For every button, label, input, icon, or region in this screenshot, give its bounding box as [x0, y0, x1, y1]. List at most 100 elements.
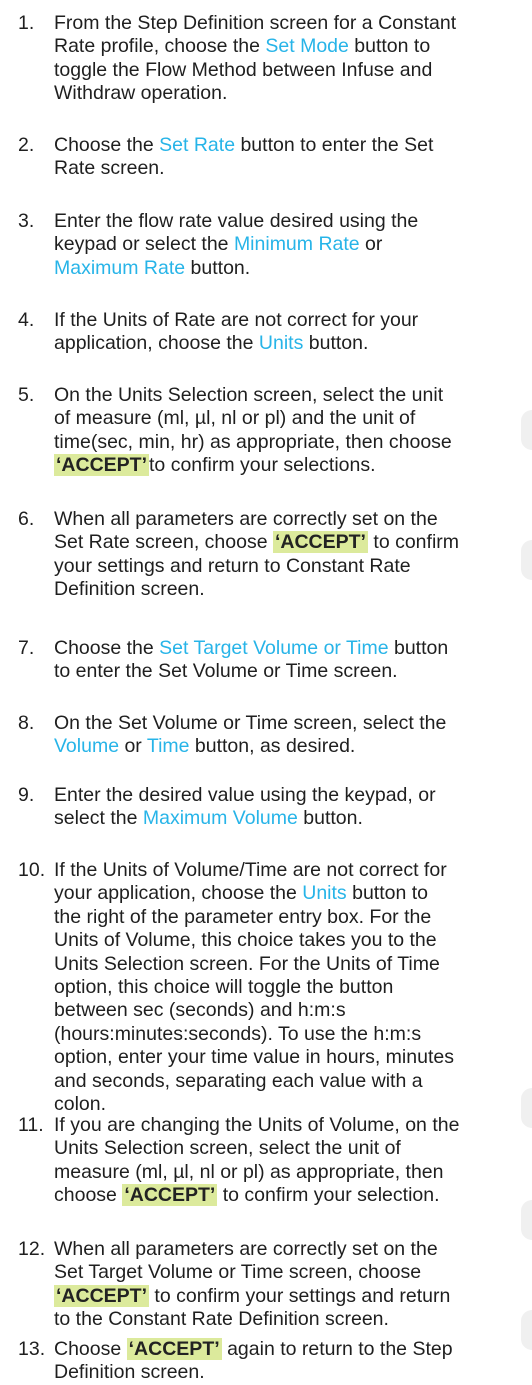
edge-tab	[521, 1310, 532, 1350]
step-text-line: Enter the flow rate value desired using …	[54, 210, 418, 233]
step-text-line: Choose the Set Rate button to enter the …	[54, 134, 433, 157]
step-text-line: select the Maximum Volume button.	[54, 807, 363, 830]
step-text: Set Target Volume or Time screen, choose	[54, 1261, 422, 1284]
step-text: When all parameters are correctly set on…	[54, 1238, 438, 1260]
button-reference: Volume	[54, 735, 120, 758]
step-text: Definition screen.	[54, 578, 205, 601]
step-number: 11.	[18, 1114, 44, 1136]
step-text: to the Constant Rate Definition screen.	[54, 1308, 389, 1331]
step-text: measure (ml, µl, nl or pl) as appropriat…	[54, 1160, 444, 1183]
step-text-line: ‘ACCEPT’ to confirm your selections.	[54, 454, 376, 477]
step-text: Rate profile, choose the	[54, 35, 266, 58]
step-text-line: On the Units Selection screen, select th…	[54, 384, 443, 407]
step-text: between sec (seconds) and h:m:s	[54, 999, 346, 1022]
step-text-line: Definition screen.	[54, 1361, 205, 1384]
step-text-line: From the Step Definition screen for a Co…	[54, 12, 456, 35]
button-reference: Maximum Rate	[54, 256, 186, 279]
step-text: your application, choose the	[54, 882, 303, 905]
step-text-line: If the Units of Volume/Time are not corr…	[54, 859, 447, 882]
button-reference: Set Rate	[159, 134, 236, 156]
step-text: your settings and return to Constant Rat…	[54, 554, 411, 577]
step-text: Units Selection screen, select the unit …	[54, 1137, 401, 1160]
step-text: to confirm	[367, 531, 460, 554]
step-text: button to	[346, 882, 429, 905]
step-number: 1.	[18, 12, 35, 34]
step-text: button.	[303, 332, 369, 355]
step-text: On the Set Volume or Time screen, select…	[54, 712, 447, 734]
step-number: 3.	[18, 210, 35, 232]
step-number: 8.	[18, 712, 35, 734]
step-text-line: between sec (seconds) and h:m:s	[54, 999, 346, 1022]
step-text-line: Definition screen.	[54, 578, 205, 601]
accept-label: ‘ACCEPT’	[272, 531, 368, 554]
step-text-line: time(sec, min, hr) as appropriate, then …	[54, 431, 452, 454]
step-text: button to	[348, 35, 431, 58]
step-text: If the Units of Volume/Time are not corr…	[54, 859, 447, 881]
step-text-line: When all parameters are correctly set on…	[54, 1238, 438, 1261]
step-text-line: Choose the Set Target Volume or Time but…	[54, 637, 448, 660]
button-reference: Units	[302, 882, 347, 905]
accept-label: ‘ACCEPT’	[54, 1284, 150, 1307]
step-text: to confirm your selection.	[217, 1184, 440, 1207]
step-text: button.	[297, 807, 363, 830]
edge-tab	[521, 540, 532, 580]
step-text: option, this choice will toggle the butt…	[54, 976, 394, 998]
step-number: 4.	[18, 309, 35, 331]
step-text-line: Choose ‘ACCEPT’ again to return to the S…	[54, 1338, 453, 1361]
step-text: button to enter the Set	[235, 134, 434, 156]
accept-label: ‘ACCEPT’	[122, 1184, 218, 1207]
button-reference: Minimum Rate	[233, 233, 360, 256]
step-text-line: and seconds, separating each value with …	[54, 1070, 423, 1093]
step-text-line: to the Constant Rate Definition screen.	[54, 1308, 389, 1331]
step-text-line: the right of the parameter entry box. Fo…	[54, 906, 431, 929]
step-text-line: to enter the Set Volume or Time screen.	[54, 660, 398, 683]
step-text-line: option, enter your time value in hours, …	[54, 1046, 454, 1069]
step-text: to confirm your settings and return	[149, 1284, 451, 1307]
step-text-line: your application, choose the Units butto…	[54, 882, 428, 905]
step-number: 7.	[18, 637, 35, 659]
step-text: to enter the Set Volume or Time screen.	[54, 660, 398, 683]
step-text: Enter the desired value using the keypad…	[54, 784, 436, 806]
edge-tab	[521, 1088, 532, 1128]
step-text-line: Units of Volume, this choice takes you t…	[54, 929, 437, 952]
step-text-line: colon.	[54, 1093, 106, 1116]
step-number: 5.	[18, 384, 35, 406]
step-text: keypad or select the	[54, 233, 234, 256]
step-text: Definition screen.	[54, 1361, 205, 1384]
step-text: or	[359, 233, 383, 256]
edge-tab	[521, 1200, 532, 1240]
step-text: toggle the Flow Method between Infuse an…	[54, 58, 433, 81]
step-text: Units of Volume, this choice takes you t…	[54, 929, 437, 952]
step-text-line: If you are changing the Units of Volume,…	[54, 1114, 459, 1137]
step-text-line: Withdraw operation.	[54, 82, 227, 105]
step-text-line: Rate profile, choose the Set Mode button…	[54, 35, 430, 58]
step-text-line: toggle the Flow Method between Infuse an…	[54, 59, 432, 82]
step-text-line: your settings and return to Constant Rat…	[54, 555, 411, 578]
step-text: On the Units Selection screen, select th…	[54, 384, 444, 406]
step-text-line: Units Selection screen, select the unit …	[54, 1137, 401, 1160]
button-reference: Set Mode	[265, 35, 349, 58]
step-text: Choose	[54, 1338, 127, 1360]
step-text: to confirm your selections.	[149, 454, 376, 477]
step-text: When all parameters are correctly set on…	[54, 508, 438, 530]
step-text: application, choose the	[54, 332, 259, 355]
step-text-line: keypad or select the Minimum Rate or	[54, 233, 382, 256]
step-number: 10.	[18, 859, 46, 881]
step-text: Units Selection screen. For the Units of…	[54, 952, 440, 975]
step-text: Enter the flow rate value desired using …	[54, 210, 419, 232]
step-text: Withdraw operation.	[54, 82, 228, 105]
step-text: button, as desired.	[189, 735, 356, 758]
step-text: or	[119, 735, 147, 758]
step-text: If the Units of Rate are not correct for…	[54, 309, 419, 331]
step-text-line: ‘ACCEPT’ to confirm your settings and re…	[54, 1284, 451, 1308]
step-text: Rate screen.	[54, 157, 165, 180]
step-text: If you are changing the Units of Volume,…	[54, 1114, 460, 1136]
step-text: choose	[54, 1184, 123, 1207]
step-text: of measure (ml, µl, nl or pl) and the un…	[54, 407, 416, 430]
step-number: 12.	[18, 1238, 46, 1260]
step-text-line: application, choose the Units button.	[54, 332, 368, 355]
step-text: again to return to the Step	[221, 1338, 453, 1360]
step-text: the right of the parameter entry box. Fo…	[54, 905, 432, 928]
step-text-line: measure (ml, µl, nl or pl) as appropriat…	[54, 1161, 444, 1184]
step-text-line: Volume or Time button, as desired.	[54, 735, 355, 758]
